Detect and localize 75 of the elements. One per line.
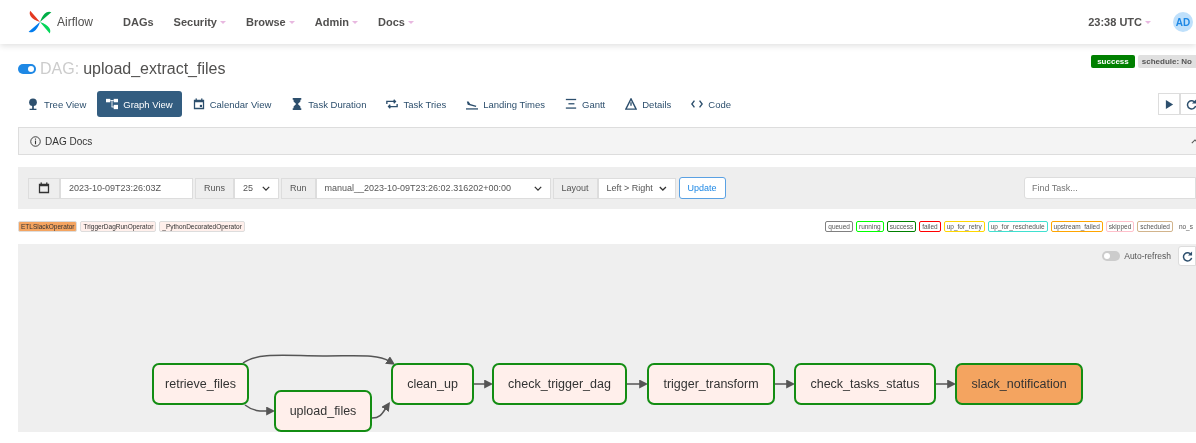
task-node[interactable]: trigger_transform <box>647 363 775 405</box>
clock-menu[interactable]: 23:38 UTC <box>1088 16 1151 28</box>
caret-icon <box>407 20 414 24</box>
chevron-down-icon <box>658 185 667 191</box>
warning-icon <box>625 98 638 110</box>
refresh-button[interactable] <box>1180 93 1196 115</box>
layout-dropdown[interactable]: Left > Right <box>597 177 676 199</box>
airflow-logo[interactable]: Airflow <box>27 9 93 35</box>
nav-menu-item[interactable]: Browse <box>246 16 295 28</box>
code-icon <box>691 98 704 110</box>
task-node[interactable]: slack_notification <box>955 363 1083 405</box>
collapse-caret-icon <box>1191 138 1196 144</box>
brand-name: Airflow <box>57 15 93 29</box>
view-tab[interactable]: Calendar View <box>183 91 281 117</box>
edge-arrow <box>371 402 390 419</box>
view-tab[interactable]: Landing Times <box>457 91 554 117</box>
plane-icon <box>466 98 479 110</box>
view-tab[interactable]: Graph View <box>97 91 182 117</box>
nav-menu-item[interactable]: Docs <box>378 16 414 28</box>
edge-arrow <box>626 379 649 389</box>
refresh-button[interactable] <box>1178 246 1196 266</box>
view-tab[interactable]: Tree View <box>18 91 96 117</box>
task-node[interactable]: clean_up <box>391 363 474 405</box>
view-tab[interactable]: Gantt <box>556 91 615 117</box>
dag-name: upload_extract_files <box>83 60 226 78</box>
runs-dropdown[interactable]: 25 <box>234 177 279 199</box>
graph-icon <box>106 98 119 110</box>
edge-arrow <box>935 379 957 389</box>
view-tab[interactable]: Task Duration <box>282 91 376 117</box>
hourglass-icon <box>291 98 304 110</box>
caret-icon <box>288 20 295 24</box>
play-icon <box>1164 99 1174 109</box>
pinwheel-icon <box>27 9 53 35</box>
task-node[interactable]: retrieve_files <box>152 363 249 405</box>
run-label: Run <box>281 177 316 199</box>
info-icon <box>30 135 41 147</box>
chevron-down-icon <box>533 185 542 191</box>
caret-icon <box>1145 20 1151 24</box>
auto-refresh-label: Auto-refresh <box>1124 251 1171 261</box>
nav-menu-item[interactable]: DAGs <box>123 16 154 28</box>
view-tab[interactable]: Code <box>682 91 740 117</box>
view-tab[interactable]: Details <box>616 91 681 117</box>
task-node[interactable]: upload_files <box>274 390 372 432</box>
repeat-icon <box>386 98 399 110</box>
calendar-icon <box>38 182 50 194</box>
chevron-down-icon <box>262 185 270 191</box>
base-date-field[interactable]: 2023-10-09T23:26:03Z <box>60 177 193 199</box>
update-button[interactable]: Update <box>678 177 726 199</box>
edge-arrow <box>244 404 276 416</box>
task-node[interactable]: check_trigger_dag <box>492 363 627 405</box>
refresh-icon <box>1181 250 1193 262</box>
dag-docs-title: DAG Docs <box>45 135 93 147</box>
view-tab[interactable]: Task Tries <box>377 91 456 117</box>
caret-icon <box>220 20 226 24</box>
run-dropdown[interactable]: manual__2023-10-09T23:26:02.316202+00:00 <box>315 177 551 199</box>
edge-arrow <box>473 379 494 389</box>
task-node[interactable]: check_tasks_status <box>794 363 936 405</box>
auto-refresh-toggle[interactable] <box>1102 251 1121 261</box>
calendar-icon <box>192 98 205 110</box>
caret-icon <box>352 20 358 24</box>
edge-arrow <box>774 379 796 389</box>
date-picker-button[interactable] <box>28 177 60 199</box>
trigger-dag-button[interactable] <box>1158 93 1180 115</box>
dag-pause-toggle[interactable] <box>18 64 36 74</box>
tree-icon <box>27 98 39 110</box>
schedule-label: schedule: No <box>1137 55 1196 68</box>
refresh-icon <box>1185 98 1196 110</box>
nav-menu-item[interactable]: Admin <box>314 16 358 28</box>
find-task-field[interactable]: Find Task... <box>1024 177 1196 199</box>
status-label: success <box>1091 55 1135 68</box>
gantt-icon <box>565 98 577 110</box>
nav-menu-item[interactable]: Security <box>173 16 226 28</box>
dag-docs-panel[interactable]: DAG Docs <box>18 127 1196 155</box>
runs-label: Runs <box>195 177 234 199</box>
layout-label: Layout <box>552 177 598 199</box>
